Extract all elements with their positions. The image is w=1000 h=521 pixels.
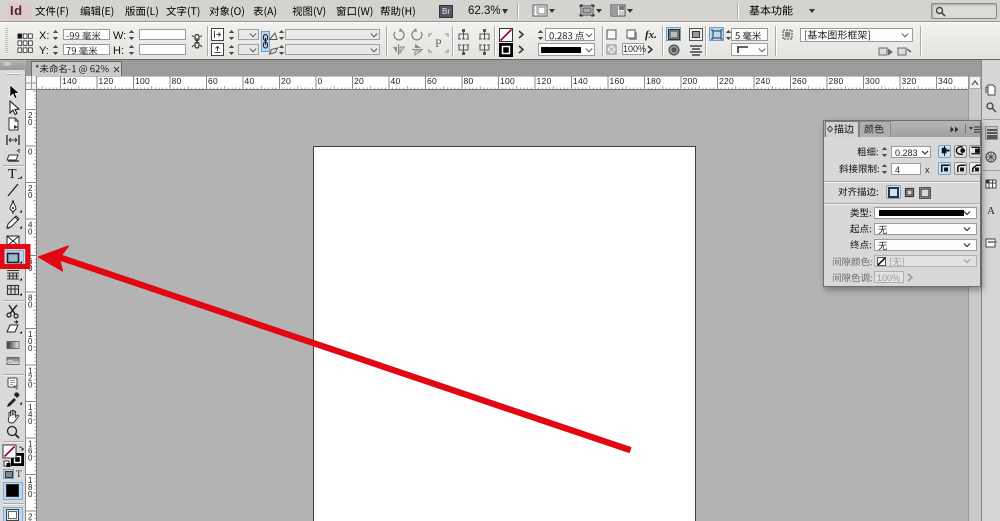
svg-text:220: 220: [719, 76, 734, 86]
svg-text:40: 40: [391, 76, 401, 86]
svg-text:0: 0: [28, 191, 33, 200]
svg-text:T: T: [8, 167, 17, 182]
svg-text:100: 100: [500, 76, 515, 86]
svg-text:240: 240: [756, 76, 771, 86]
svg-text:280: 280: [829, 76, 844, 86]
svg-text:140: 140: [62, 76, 77, 86]
svg-text:60: 60: [208, 76, 218, 86]
svg-text:40: 40: [245, 76, 255, 86]
svg-text:0: 0: [28, 417, 33, 426]
svg-text:0: 0: [28, 490, 33, 499]
svg-text:0: 0: [28, 148, 33, 157]
svg-text:0: 0: [28, 301, 33, 310]
svg-text:140: 140: [573, 76, 588, 86]
svg-text:P: P: [435, 36, 442, 50]
svg-text:120: 120: [99, 76, 114, 86]
svg-text:60: 60: [427, 76, 437, 86]
svg-text:0: 0: [318, 76, 323, 86]
svg-text:260: 260: [792, 76, 807, 86]
svg-text:0: 0: [28, 118, 33, 127]
svg-text:80: 80: [172, 76, 182, 86]
svg-text:0: 0: [28, 228, 33, 237]
svg-text:0: 0: [28, 381, 33, 390]
svg-text:80: 80: [464, 76, 474, 86]
svg-text:A: A: [987, 205, 995, 216]
svg-text:20: 20: [354, 76, 364, 86]
svg-text:0: 0: [28, 454, 33, 463]
svg-text:20: 20: [281, 76, 291, 86]
svg-text:180: 180: [646, 76, 661, 86]
svg-text:120: 120: [537, 76, 552, 86]
svg-text:0: 0: [28, 344, 33, 353]
svg-text:100: 100: [135, 76, 150, 86]
svg-text:0: 0: [28, 264, 33, 273]
svg-text:340: 340: [938, 76, 953, 86]
svg-text:160: 160: [610, 76, 625, 86]
svg-text:320: 320: [902, 76, 917, 86]
svg-text:200: 200: [683, 76, 698, 86]
svg-text:300: 300: [865, 76, 880, 86]
